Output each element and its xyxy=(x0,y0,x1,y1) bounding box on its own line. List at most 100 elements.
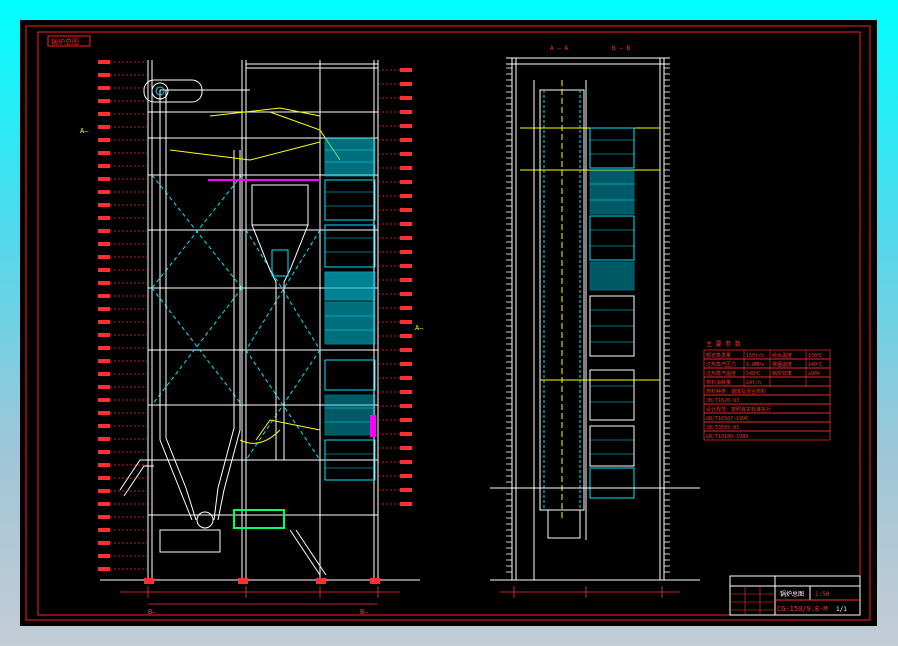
elevation-tag xyxy=(98,320,110,324)
elevation-tag xyxy=(98,554,110,558)
elevation-tag xyxy=(400,348,412,352)
elevation-tag xyxy=(400,306,412,310)
tech-table-cell: 过热蒸汽压力 xyxy=(706,361,736,368)
elevation-tag xyxy=(400,460,412,464)
boiler-section-view: A — A B — B xyxy=(490,45,700,598)
elevation-tag xyxy=(400,292,412,296)
elevation-tag xyxy=(400,502,412,506)
axis-label-left: B— xyxy=(148,608,157,616)
elevation-tag xyxy=(98,489,110,493)
lower-structures xyxy=(119,459,327,576)
elevation-tag xyxy=(400,222,412,226)
cad-drawing-viewport[interactable]: 锅炉总图 A— A— B— B— A — A B — B 主 要 参 数 额定蒸… xyxy=(20,20,877,626)
elevation-tag xyxy=(400,208,412,212)
elevation-tag xyxy=(400,250,412,254)
section-marker-right: A— xyxy=(415,324,424,332)
elevation-tag xyxy=(98,177,110,181)
tech-table-cell: 150℃ xyxy=(808,353,823,359)
tech-table-cell: JB/T3505-93 xyxy=(706,425,739,431)
elevation-tag xyxy=(400,404,412,408)
elevation-tag xyxy=(98,307,110,311)
elevation-tag xyxy=(98,73,110,77)
elevation-tag xyxy=(98,60,110,64)
elevation-tag xyxy=(400,124,412,128)
dimension-chain-left xyxy=(120,586,400,605)
elevation-tag xyxy=(98,125,110,129)
corner-stamp: 锅炉总图 xyxy=(47,35,91,47)
tech-table-cell: 燃料种类：烟煤及混合燃料 xyxy=(706,388,766,395)
elevation-tag xyxy=(98,294,110,298)
tech-table-cell: 排烟温度 xyxy=(772,361,792,368)
elevation-tag xyxy=(400,236,412,240)
elevation-tag xyxy=(400,96,412,100)
tech-table-cell: GB/T10180-1988 xyxy=(706,434,748,440)
elevation-tag xyxy=(98,99,110,103)
foundation-markers-left xyxy=(144,578,380,584)
model-code: CG-150/9.8-M xyxy=(777,605,828,613)
elevation-tag xyxy=(98,151,110,155)
elevation-tag xyxy=(400,362,412,366)
elevation-tag xyxy=(400,82,412,86)
corner-stamp-text: 锅炉总图 xyxy=(51,37,79,46)
elevation-tag xyxy=(98,203,110,207)
elevation-tag xyxy=(400,180,412,184)
tech-table-cell: 额定蒸发量 xyxy=(706,352,731,359)
elevation-tag xyxy=(400,390,412,394)
flue-ducts xyxy=(169,107,341,444)
elevation-tag xyxy=(98,216,110,220)
elevation-tag xyxy=(98,255,110,259)
tech-table-cell: JB/T1620-93 xyxy=(706,398,739,404)
tech-table-cell: 锅炉效率 xyxy=(772,370,792,377)
elevation-tag xyxy=(98,112,110,116)
elevation-tag xyxy=(98,268,110,272)
elevation-tag xyxy=(98,164,110,168)
dimension-chain-right xyxy=(500,586,680,598)
elevation-tag xyxy=(98,359,110,363)
elevation-tag xyxy=(400,432,412,436)
elevation-tag xyxy=(400,110,412,114)
tech-table-cell: 9.8MPa xyxy=(746,362,764,368)
section-ticks-right xyxy=(664,67,670,573)
backpass-heating-surfaces xyxy=(324,137,376,481)
elevation-tag xyxy=(98,567,110,571)
elevation-tag xyxy=(98,437,110,441)
tech-table-cell: 给水温度 xyxy=(772,352,792,359)
section-title-a: A — A xyxy=(550,45,568,52)
sheet-number: 1/1 xyxy=(836,606,847,613)
bracing xyxy=(151,174,321,461)
tech-table-cell: 24t/h xyxy=(746,380,761,386)
tech-table-cell: ≥90% xyxy=(808,371,820,377)
steam-drum xyxy=(143,79,203,103)
technical-parameters-table: 主 要 参 数 额定蒸发量 150t/h 给水温度 150℃ 过热蒸汽压力 9.8MPa 排… xyxy=(703,340,831,441)
title-block: 锅炉总图 1:50 CG-150/9.8-M 1/1 xyxy=(729,575,861,616)
elevation-tag xyxy=(400,278,412,282)
elevation-tag xyxy=(400,264,412,268)
tech-table-cell: 设计规范：按照有关标准执行 xyxy=(706,406,771,413)
elevation-tag xyxy=(98,190,110,194)
section-columns xyxy=(506,57,670,580)
elevation-tag xyxy=(400,334,412,338)
elevation-tag xyxy=(98,229,110,233)
cyclone-separator xyxy=(251,184,309,460)
elevation-tag xyxy=(98,385,110,389)
tech-table-cell: 燃料消耗量 xyxy=(706,379,731,386)
elevation-tag xyxy=(400,488,412,492)
inner-frame xyxy=(37,31,861,616)
elevation-tag xyxy=(98,333,110,337)
elevation-tag xyxy=(98,242,110,246)
section-tube-banks xyxy=(589,127,635,499)
elevation-tag xyxy=(98,476,110,480)
elevation-tag xyxy=(98,463,110,467)
tech-table-cell: 过热蒸汽温度 xyxy=(706,370,736,377)
elevation-tag xyxy=(400,194,412,198)
elevation-tag xyxy=(400,320,412,324)
elevation-tag xyxy=(400,166,412,170)
axis-label-right: B— xyxy=(360,608,369,616)
elevation-tag xyxy=(400,376,412,380)
section-marker-left: A— xyxy=(80,127,89,135)
elevation-tag xyxy=(98,346,110,350)
elevation-tag xyxy=(98,424,110,428)
elevation-tag xyxy=(400,474,412,478)
elevation-tag xyxy=(98,138,110,142)
elevation-tag xyxy=(98,372,110,376)
